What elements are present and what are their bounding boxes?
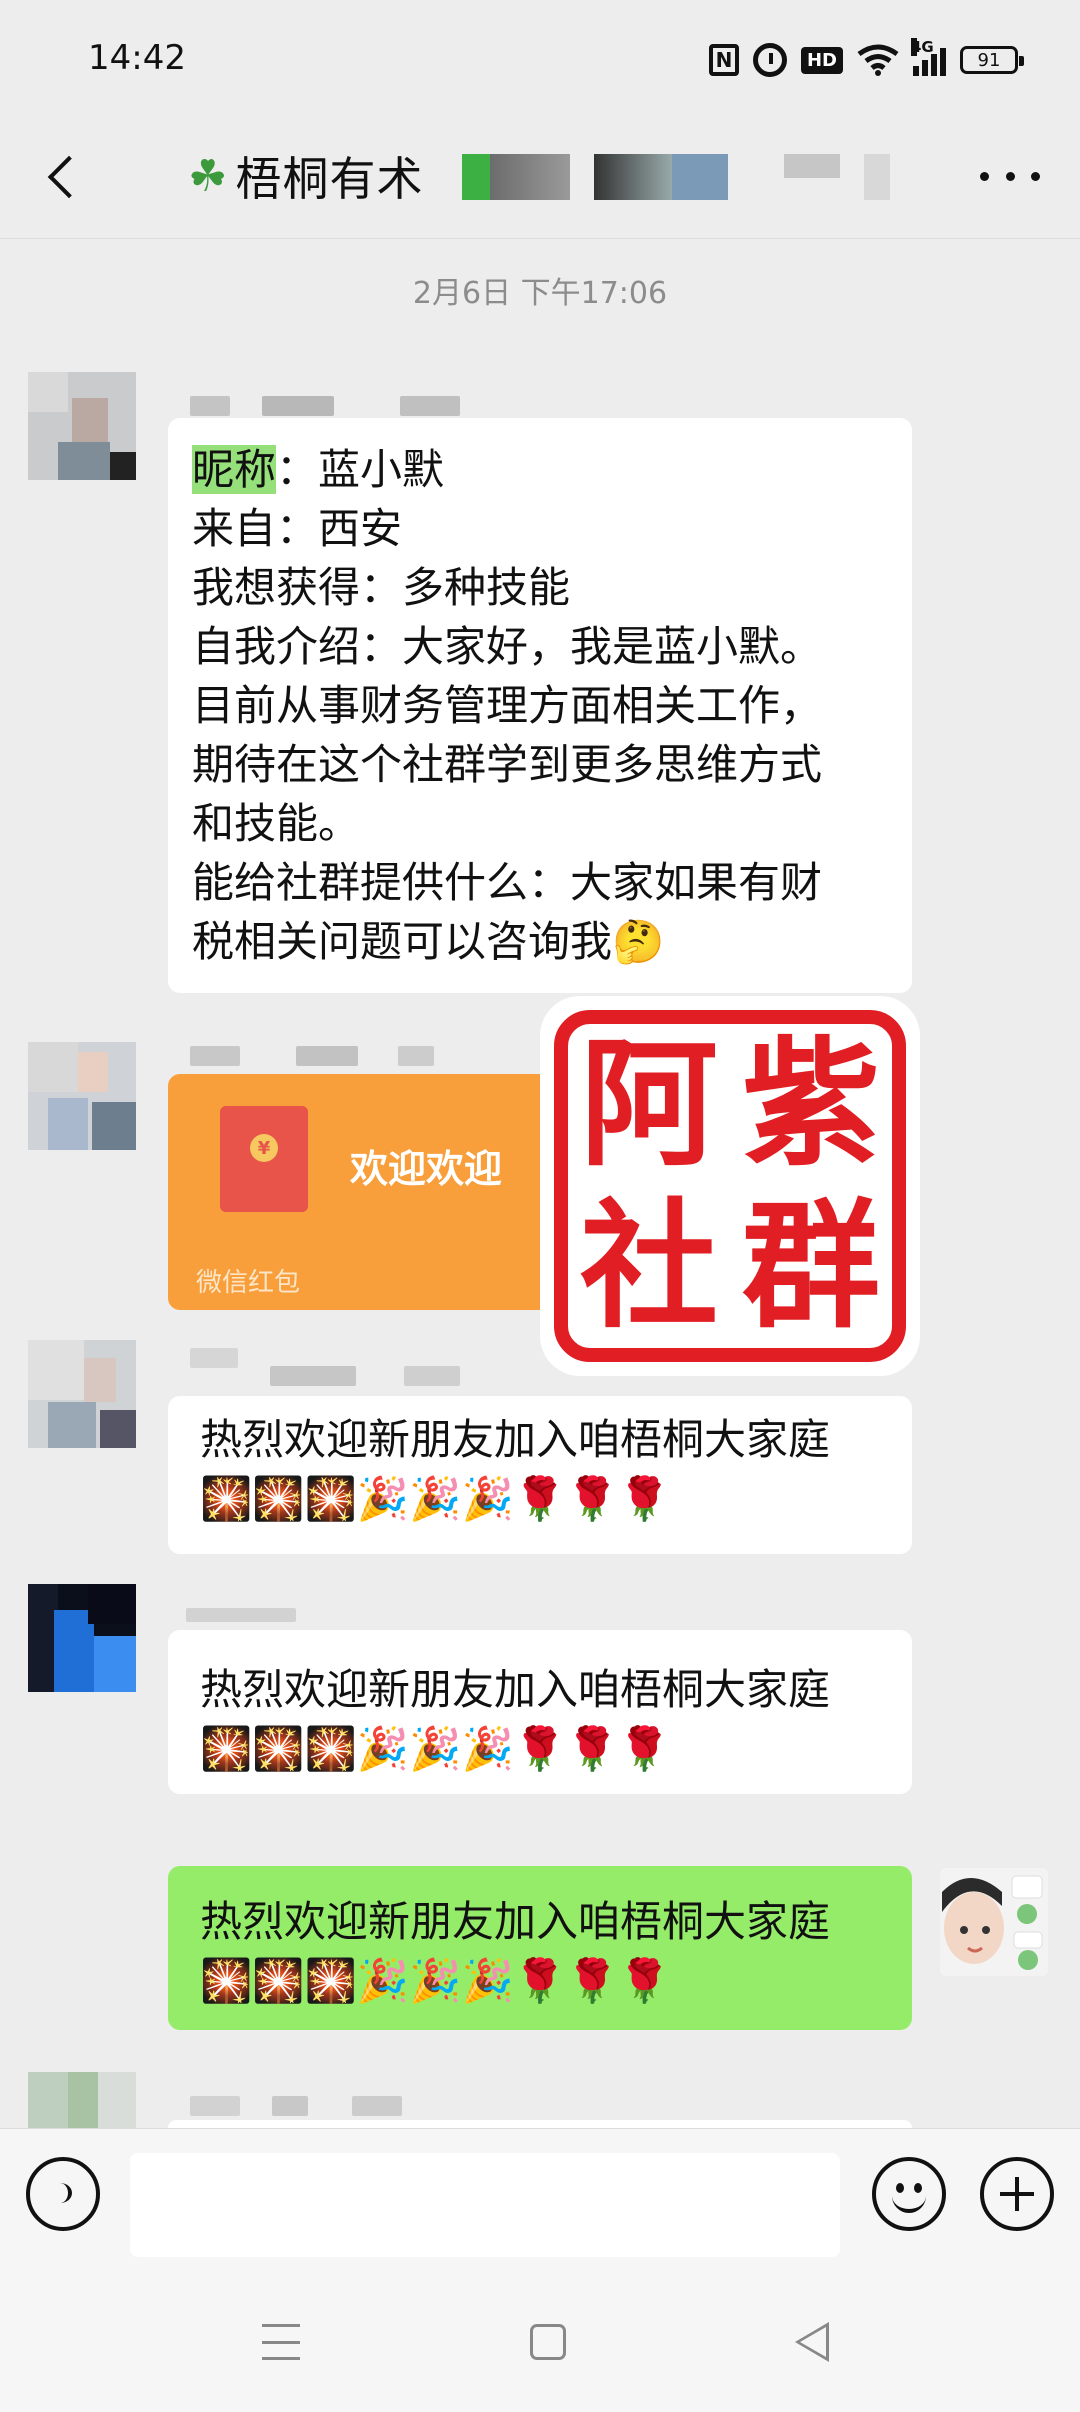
sender-name-blur xyxy=(352,2096,402,2116)
hd-icon: HD xyxy=(800,46,843,74)
red-packet-coin: ¥ xyxy=(250,1134,278,1162)
welcome-message-text: 热烈欢迎新朋友加入咱梧桐大家庭 xyxy=(200,1665,831,1714)
emoji-button[interactable] xyxy=(872,2157,946,2231)
sender-name-blur xyxy=(400,396,460,416)
title-blur-block xyxy=(784,154,840,178)
avatar[interactable] xyxy=(28,1340,136,1448)
sender-name-blur xyxy=(190,396,230,416)
welcome-message-bubble[interactable]: 热烈欢迎新朋友加入咱梧桐大家庭 🎇🎇🎇🎉🎉🎉🌹🌹🌹 xyxy=(168,1630,912,1794)
sender-name-blur xyxy=(190,1046,240,1066)
sender-name-blur xyxy=(186,1608,296,1622)
intro-line-nickname: 昵称：蓝小默 xyxy=(192,440,888,499)
watermark-char: 紫 xyxy=(741,1024,880,1185)
nfc-icon: N xyxy=(708,44,739,76)
chat-title: 梧桐有术 xyxy=(235,152,424,206)
my-avatar[interactable] xyxy=(940,1868,1048,1976)
intro-line-self: 自我介绍：大家好，我是蓝小默。 xyxy=(192,622,823,671)
wifi-icon xyxy=(857,44,899,76)
sender-name-blur xyxy=(190,2096,240,2116)
sender-name-blur xyxy=(404,1366,460,1386)
status-bar: 14:42 N HD 4G 91 xyxy=(0,0,1080,120)
title-blur-block xyxy=(864,154,890,200)
watermark-char: 阿 xyxy=(579,1024,718,1185)
watermark-char: 群 xyxy=(741,1186,880,1347)
network-type: 4G xyxy=(911,38,934,56)
system-navigation-bar xyxy=(0,2282,1080,2412)
watermark-stamp-frame: 阿 紫 社 群 xyxy=(554,1010,906,1362)
watermark-stamp: 阿 紫 社 群 xyxy=(540,996,920,1376)
welcome-message-bubble[interactable]: 热烈欢迎新朋友加入咱梧桐大家庭 🎇🎇🎇🎉🎉🎉🌹🌹🌹 xyxy=(168,1396,912,1554)
avatar[interactable] xyxy=(28,1042,136,1150)
chat-header: ☘ 梧桐有术 xyxy=(0,120,1080,239)
message-timestamp: 2月6日 下午17:06 xyxy=(412,276,668,311)
avatar[interactable] xyxy=(28,2072,136,2128)
chat-input-bar xyxy=(0,2128,1080,2283)
title-blur-block xyxy=(594,154,672,200)
more-options-button[interactable] xyxy=(980,164,1040,188)
welcome-message-text: 热烈欢迎新朋友加入咱梧桐大家庭 xyxy=(200,1415,831,1464)
title-blur-block xyxy=(672,154,728,200)
highlighted-text: 昵称 xyxy=(192,445,277,494)
message-input[interactable] xyxy=(130,2153,840,2257)
my-welcome-message-bubble[interactable]: 热烈欢迎新朋友加入咱梧桐大家庭 🎇🎇🎇🎉🎉🎉🌹🌹🌹 xyxy=(168,1866,912,2030)
system-back-button[interactable] xyxy=(795,2322,829,2362)
voice-input-button[interactable] xyxy=(26,2157,100,2231)
status-icons: N HD 4G 91 xyxy=(708,38,1024,82)
red-packet-icon: ¥ xyxy=(220,1106,308,1212)
sender-name-blur xyxy=(190,1348,238,1368)
sender-name-blur xyxy=(296,1046,358,1066)
title-blur-block xyxy=(462,154,490,200)
intro-line-skills: 和技能。 xyxy=(192,799,361,848)
intro-line-consult: 税相关问题可以咨询我🤔 xyxy=(192,917,665,966)
welcome-message-emojis: 🎇🎇🎇🎉🎉🎉🌹🌹🌹 xyxy=(200,1956,671,2005)
avatar[interactable] xyxy=(28,372,136,480)
alarm-icon xyxy=(752,43,787,77)
avatar[interactable] xyxy=(28,1584,136,1692)
intro-line-offer: 能给社群提供什么：大家如果有财 xyxy=(192,858,823,907)
chat-title-wrap: ☘ 梧桐有术 xyxy=(188,146,424,207)
sender-name-blur xyxy=(270,1366,356,1386)
welcome-message-emojis: 🎇🎇🎇🎉🎉🎉🌹🌹🌹 xyxy=(200,1724,671,1773)
recent-apps-button[interactable] xyxy=(262,2324,300,2360)
battery-icon: 91 xyxy=(960,46,1024,74)
intro-line-from: 来自：西安 xyxy=(192,504,403,553)
sender-name-blur xyxy=(272,2096,308,2116)
more-functions-button[interactable] xyxy=(980,2157,1054,2231)
intro-nickname-value: ：蓝小默 xyxy=(276,445,445,494)
back-button[interactable] xyxy=(40,146,100,206)
sender-name-blur xyxy=(262,396,334,416)
red-packet-label: 微信红包 xyxy=(196,1268,301,1298)
avatar-photo xyxy=(940,1868,1048,1976)
welcome-message-text: 热烈欢迎新朋友加入咱梧桐大家庭 xyxy=(200,1897,831,1946)
title-blur-block xyxy=(490,154,570,200)
watermark-char: 社 xyxy=(579,1186,718,1347)
sender-name-blur xyxy=(398,1046,434,1066)
intro-line-want: 我想获得：多种技能 xyxy=(192,563,571,612)
welcome-message-emojis: 🎇🎇🎇🎉🎉🎉🌹🌹🌹 xyxy=(200,1474,671,1523)
intro-line-expect: 期待在这个社群学到更多思维方式 xyxy=(192,740,823,789)
partial-message-bubble xyxy=(168,2120,912,2128)
red-packet-greeting: 欢迎欢迎 xyxy=(350,1147,503,1191)
home-button[interactable] xyxy=(530,2324,566,2360)
clover-icon: ☘ xyxy=(188,150,228,202)
signal-icon: 4G xyxy=(911,38,946,76)
status-time: 14:42 xyxy=(88,38,186,78)
red-packet-message[interactable]: ¥ 欢迎欢迎 微信红包 xyxy=(168,1074,576,1310)
intro-line-work: 目前从事财务管理方面相关工作， xyxy=(192,681,823,730)
battery-level: 91 xyxy=(977,49,1001,71)
intro-message-bubble[interactable]: 昵称：蓝小默 来自：西安 我想获得：多种技能 自我介绍：大家好，我是蓝小默。 目… xyxy=(168,418,912,993)
